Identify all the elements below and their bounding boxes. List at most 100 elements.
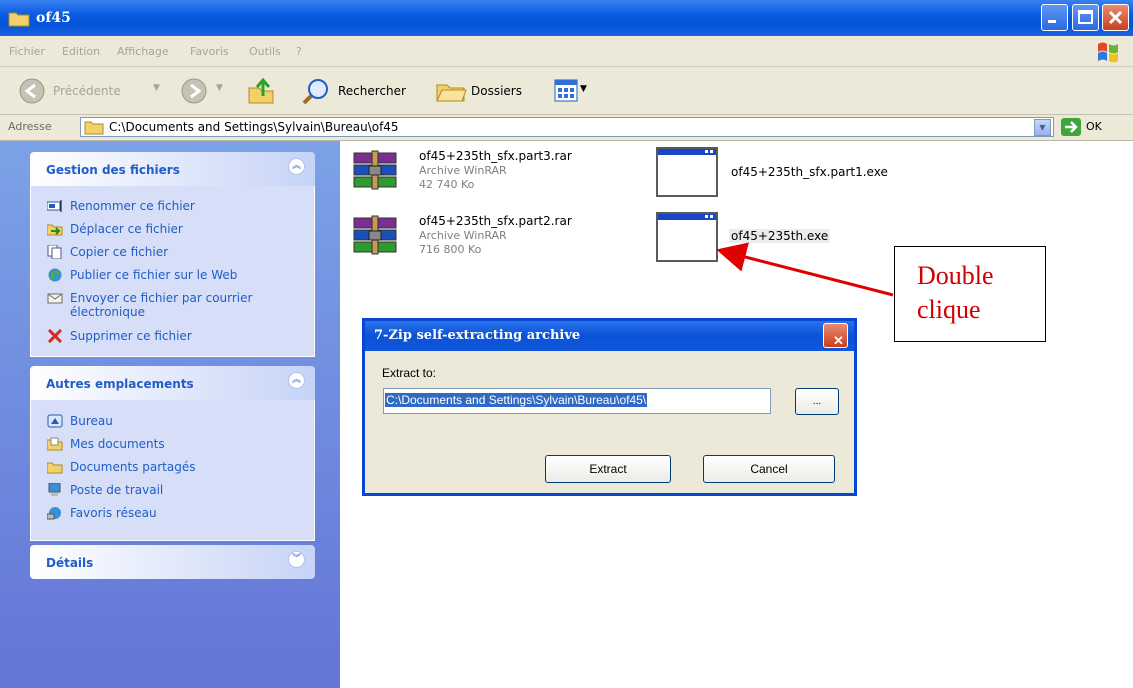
annotation-line2: clique xyxy=(917,295,981,324)
back-label: Précédente xyxy=(53,84,121,98)
task-pane: Gestion des fichiers ︽ Renommer ce fichi… xyxy=(0,141,340,688)
menu-favoris[interactable]: Favoris xyxy=(190,45,229,58)
place-favoris-reseau[interactable]: Favoris réseau xyxy=(47,506,157,520)
address-input[interactable]: C:\Documents and Settings\Sylvain\Bureau… xyxy=(80,117,1054,137)
back-button[interactable]: Précédente ▼ xyxy=(18,77,168,105)
search-icon xyxy=(302,79,328,105)
details-panel: Détails ︾ xyxy=(30,545,315,579)
close-icon xyxy=(1108,10,1123,25)
close-icon: ✕ xyxy=(833,334,844,349)
globe-icon xyxy=(48,268,62,282)
folder-up-icon[interactable] xyxy=(246,76,276,106)
mail-icon xyxy=(47,293,63,304)
back-dropdown-icon: ▼ xyxy=(153,83,160,93)
other-places-body: Bureau Mes documents Documents partagés … xyxy=(30,400,315,541)
back-arrow-icon xyxy=(19,78,45,104)
folders-button[interactable]: Dossiers xyxy=(434,77,539,105)
network-icon xyxy=(47,507,61,520)
window-titlebar[interactable]: of45 xyxy=(0,0,1133,36)
dialog-title: 7-Zip self-extracting archive xyxy=(374,328,581,343)
copy-icon xyxy=(47,245,62,259)
desktop-icon xyxy=(47,414,63,428)
file-tasks-body: Renommer ce fichier Déplacer ce fichier … xyxy=(30,186,315,357)
menu-help[interactable]: ? xyxy=(296,45,302,58)
extract-path-value: C:\Documents and Settings\Sylvain\Bureau… xyxy=(385,393,648,407)
forward-dropdown-icon: ▼ xyxy=(216,83,223,93)
collapse-icon[interactable]: ︽ xyxy=(288,372,305,389)
place-poste-de-travail[interactable]: Poste de travail xyxy=(47,483,163,497)
file-size: 42 740 Ko xyxy=(419,178,475,191)
search-button[interactable]: Rechercher xyxy=(300,77,430,105)
menu-affichage[interactable]: Affichage xyxy=(117,45,169,58)
file-type: Archive WinRAR xyxy=(419,229,507,242)
go-arrow-icon xyxy=(1061,118,1081,136)
expand-icon[interactable]: ︾ xyxy=(288,551,305,568)
task-publish[interactable]: Publier ce fichier sur le Web xyxy=(47,268,237,282)
place-bureau[interactable]: Bureau xyxy=(47,414,113,428)
task-rename[interactable]: Renommer ce fichier xyxy=(47,199,195,213)
search-label: Rechercher xyxy=(338,84,406,98)
details-title: Détails xyxy=(46,556,94,570)
menu-bar: Fichier Edition Affichage Favoris Outils… xyxy=(0,36,1133,67)
delete-icon xyxy=(47,329,63,343)
other-places-panel: Autres emplacements ︽ Bureau Mes documen… xyxy=(30,366,315,541)
maximize-button[interactable] xyxy=(1072,4,1099,31)
task-move[interactable]: Déplacer ce fichier xyxy=(47,222,183,236)
cancel-button[interactable]: Cancel xyxy=(703,455,835,483)
file-tasks-title: Gestion des fichiers xyxy=(46,163,180,177)
menu-outils[interactable]: Outils xyxy=(249,45,281,58)
file-size: 716 800 Ko xyxy=(419,243,482,256)
annotation-line1: Double xyxy=(917,261,994,290)
extract-path-input[interactable]: C:\Documents and Settings\Sylvain\Bureau… xyxy=(383,388,771,414)
close-button[interactable] xyxy=(1102,4,1129,31)
address-dropdown-button[interactable]: ▼ xyxy=(1034,119,1051,136)
extract-button[interactable]: Extract xyxy=(545,455,671,483)
place-mes-documents[interactable]: Mes documents xyxy=(47,437,165,451)
file-name: of45+235th_sfx.part3.rar xyxy=(419,149,572,163)
task-copy[interactable]: Copier ce fichier xyxy=(47,245,168,259)
file-item[interactable]: of45+235th_sfx.part1.exe xyxy=(655,146,955,198)
menu-edition[interactable]: Edition xyxy=(62,45,100,58)
forward-arrow-icon xyxy=(181,78,207,104)
other-places-title: Autres emplacements xyxy=(46,377,194,391)
place-documents-partages[interactable]: Documents partagés xyxy=(47,460,195,474)
window-title: of45 xyxy=(36,10,71,26)
exe-window-icon xyxy=(656,147,718,197)
go-label: OK xyxy=(1086,120,1102,133)
toolbar: Précédente ▼ ▼ Rechercher Dossiers ▼ xyxy=(0,67,1133,115)
go-button[interactable]: OK xyxy=(1060,117,1125,137)
file-type: Archive WinRAR xyxy=(419,164,507,177)
task-email[interactable]: Envoyer ce fichier par courrier électron… xyxy=(47,291,252,319)
menu-fichier[interactable]: Fichier xyxy=(9,45,45,58)
annotation-box: Double clique xyxy=(894,246,1046,342)
computer-icon xyxy=(48,483,61,496)
task-email-label-line2: électronique xyxy=(70,305,145,319)
minimize-icon xyxy=(1048,20,1056,23)
views-dropdown-icon: ▼ xyxy=(580,84,587,94)
winrar-archive-icon xyxy=(353,150,397,190)
shared-folder-icon xyxy=(47,462,63,474)
file-item[interactable]: of45+235th_sfx.part2.rar Archive WinRAR … xyxy=(350,211,640,261)
browse-button[interactable]: ... xyxy=(795,388,839,415)
file-tasks-header[interactable]: Gestion des fichiers ︽ xyxy=(30,152,315,186)
move-icon xyxy=(47,224,63,236)
documents-folder-icon xyxy=(47,437,63,451)
views-icon xyxy=(554,79,578,102)
rename-icon xyxy=(47,200,62,212)
forward-button[interactable]: ▼ xyxy=(180,77,230,105)
task-delete[interactable]: Supprimer ce fichier xyxy=(47,329,192,343)
address-bar: Adresse C:\Documents and Settings\Sylvai… xyxy=(0,115,1133,141)
dialog-titlebar[interactable]: 7-Zip self-extracting archive ✕ xyxy=(365,321,854,351)
minimize-button[interactable] xyxy=(1041,4,1068,31)
other-places-header[interactable]: Autres emplacements ︽ xyxy=(30,366,315,400)
dialog-close-button[interactable]: ✕ xyxy=(823,323,848,349)
address-path: C:\Documents and Settings\Sylvain\Bureau… xyxy=(109,120,399,134)
collapse-icon[interactable]: ︽ xyxy=(288,158,305,175)
details-header[interactable]: Détails ︾ xyxy=(30,545,315,579)
maximize-icon xyxy=(1078,10,1093,24)
extract-to-label: Extract to: xyxy=(382,366,437,380)
views-button[interactable]: ▼ xyxy=(554,77,599,105)
file-item[interactable]: of45+235th_sfx.part3.rar Archive WinRAR … xyxy=(350,146,640,196)
file-tasks-panel: Gestion des fichiers ︽ Renommer ce fichi… xyxy=(30,152,315,357)
annotation-arrow xyxy=(716,242,894,297)
